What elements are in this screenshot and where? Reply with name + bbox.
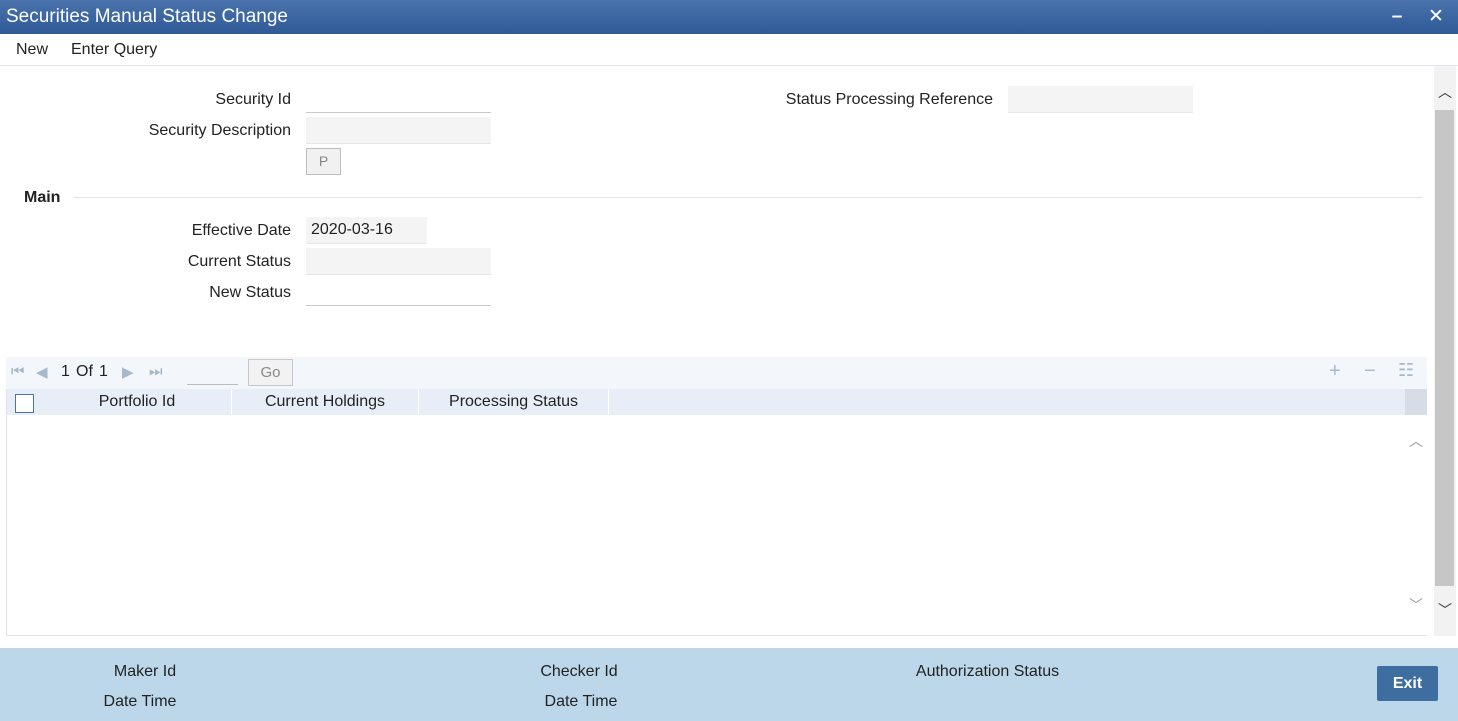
add-row-icon[interactable]: +	[1329, 360, 1341, 383]
next-page-icon[interactable]: ▶	[122, 363, 134, 381]
list-view-icon[interactable]: ☷	[1398, 360, 1414, 381]
section-divider	[74, 197, 1422, 198]
status-processing-reference-label: Status Processing Reference	[785, 91, 993, 108]
checker-id-label: Checker Id	[540, 663, 618, 680]
current-page: 1	[61, 363, 70, 380]
security-id-input[interactable]	[306, 86, 491, 113]
grid-scrollbar[interactable]: ︿ ﹀	[1405, 389, 1427, 635]
maker-datetime-label: Date Time	[103, 693, 177, 710]
p-lookup-button[interactable]: P	[306, 148, 341, 175]
security-description-label: Security Description	[148, 122, 291, 139]
current-status-label: Current Status	[187, 253, 291, 270]
authorization-status-label: Authorization Status	[915, 663, 1060, 680]
column-header-portfolio-id[interactable]: Portfolio Id	[43, 389, 232, 415]
window-title: Securities Manual Status Change	[6, 6, 288, 27]
audit-footer: Maker Id Date Time Checker Id Date Time …	[0, 648, 1458, 721]
main-section-title: Main	[24, 189, 61, 206]
exit-button[interactable]: Exit	[1377, 666, 1438, 701]
total-pages: 1	[99, 363, 108, 380]
column-header-processing-status[interactable]: Processing Status	[419, 389, 609, 415]
menu-bar: New Enter Query	[0, 34, 1458, 66]
grid-scroll-down-icon[interactable]: ﹀	[1405, 595, 1427, 615]
effective-date-input[interactable]	[306, 217, 427, 244]
grid-pager: ⏮ ◀ 1 Of 1 ▶ ⏭ Go + − ☷	[6, 357, 1427, 389]
page-scrollbar[interactable]: ︿ ﹀	[1434, 66, 1456, 636]
grid-scrollbar-top	[1405, 389, 1427, 415]
first-page-icon[interactable]: ⏮	[11, 363, 25, 380]
portfolio-grid: Portfolio Id Current Holdings Processing…	[6, 389, 1427, 636]
last-page-icon[interactable]: ⏭	[149, 363, 163, 380]
scroll-up-icon[interactable]: ︿	[1434, 82, 1456, 102]
security-id-label: Security Id	[215, 91, 291, 108]
page-number-input[interactable]	[187, 361, 238, 385]
column-header-current-holdings[interactable]: Current Holdings	[232, 389, 419, 415]
select-all-checkbox[interactable]	[15, 394, 34, 413]
previous-page-icon[interactable]: ◀	[36, 363, 48, 381]
new-menu-item[interactable]: New	[16, 41, 48, 59]
status-processing-reference-input[interactable]	[1008, 86, 1193, 113]
new-status-label: New Status	[209, 284, 291, 301]
effective-date-label: Effective Date	[191, 222, 291, 239]
scroll-thumb[interactable]	[1435, 110, 1454, 586]
checker-datetime-label: Date Time	[544, 693, 618, 710]
grid-header: Portfolio Id Current Holdings Processing…	[7, 389, 1405, 415]
scroll-down-icon[interactable]: ﹀	[1434, 600, 1456, 620]
go-button[interactable]: Go	[248, 359, 293, 386]
enter-query-menu-item[interactable]: Enter Query	[71, 41, 157, 59]
new-status-input[interactable]	[306, 279, 491, 306]
close-icon[interactable]: ✕	[1423, 4, 1449, 30]
maker-id-label: Maker Id	[113, 663, 177, 680]
current-status-input[interactable]	[306, 248, 491, 275]
of-label: Of	[76, 363, 93, 380]
grid-scroll-up-icon[interactable]: ︿	[1405, 431, 1427, 451]
security-description-input[interactable]	[306, 117, 491, 144]
window-titlebar: Securities Manual Status Change – ✕	[0, 0, 1458, 34]
delete-row-icon[interactable]: −	[1364, 360, 1376, 383]
minimize-icon[interactable]: –	[1384, 4, 1410, 30]
